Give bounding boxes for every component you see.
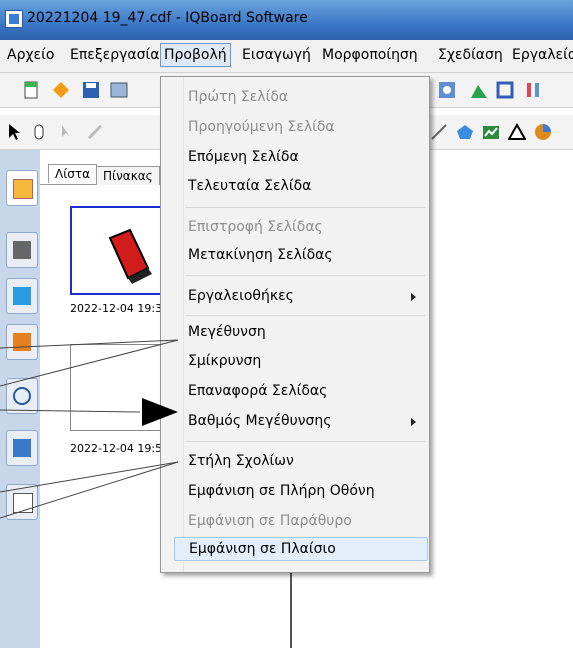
- pointer-arrow-icon: [142, 398, 178, 426]
- callout-line: [0, 461, 179, 519]
- callout-line: [0, 461, 179, 493]
- annotation-overlay: [0, 339, 179, 519]
- callout-line: [0, 409, 141, 413]
